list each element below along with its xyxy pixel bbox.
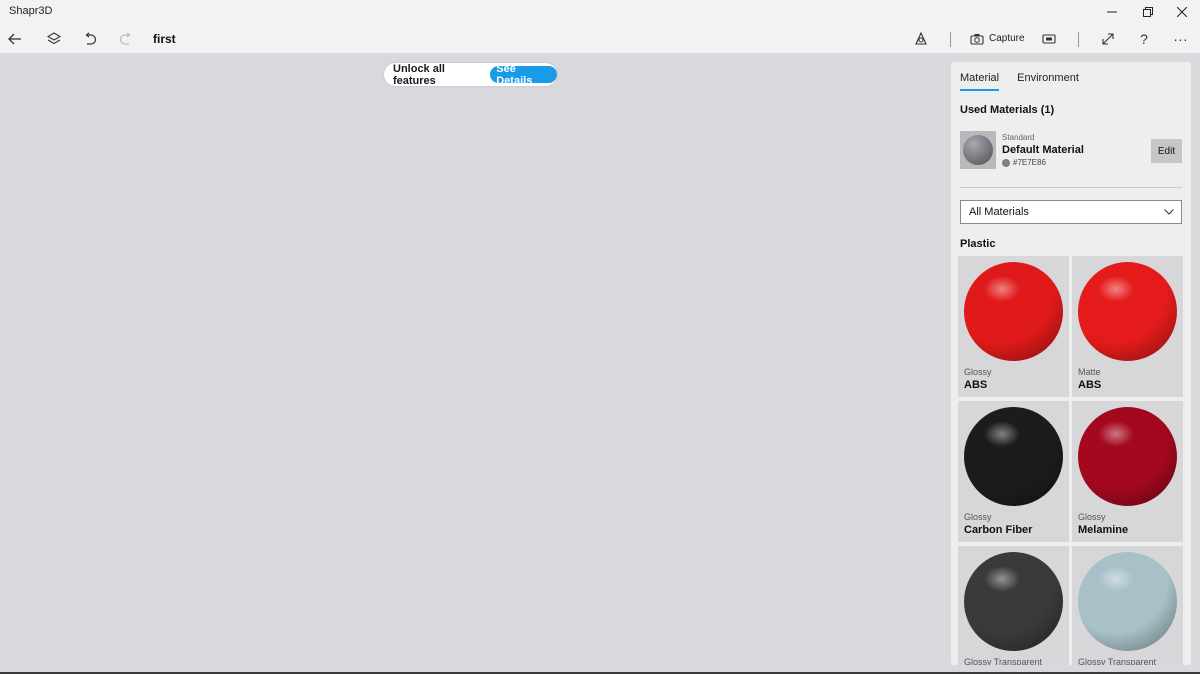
divider [960,187,1182,188]
material-tile[interactable]: Glossy ABS [958,256,1069,397]
material-category: Glossy Transparent [964,657,1043,665]
edit-material-button[interactable]: Edit [1151,139,1182,163]
material-tile[interactable]: Glossy Transparent [1072,546,1183,665]
help-button[interactable]: ? [1135,24,1153,53]
material-sphere [964,407,1063,506]
material-sphere [1078,552,1177,651]
material-name: ABS [1078,379,1102,391]
layers-icon [47,31,61,44]
used-materials-title: Used Materials (1) [960,104,1055,116]
camera-icon [970,33,984,45]
material-sphere [1078,262,1177,361]
color-swatch [1002,158,1010,167]
material-sphere [964,262,1063,361]
app-title: Shapr3D [9,5,53,17]
fullscreen-button[interactable] [1099,24,1117,53]
material-tile[interactable]: Glossy Transparent [958,546,1069,665]
panel-tabs: Material Environment [960,72,1079,91]
material-sphere [1078,407,1177,506]
redo-icon [119,31,131,45]
inspect-button[interactable] [911,24,931,53]
material-panel: Material Environment Used Materials (1) … [951,62,1191,665]
undo-icon [85,31,97,45]
viewport-canvas[interactable] [0,53,951,672]
material-name: Melamine [1078,524,1129,536]
redo-button[interactable] [116,24,136,53]
used-material-row[interactable]: Standard Default Material #7E7E86 Edit [960,131,1182,171]
close-button[interactable] [1164,0,1200,24]
used-material-category: Standard [1002,133,1035,142]
material-category: Glossy [964,512,992,522]
material-sphere [964,552,1063,651]
title-bar: Shapr3D [0,0,1200,24]
restore-icon [1143,7,1153,17]
capture-button[interactable]: Capture [970,24,1026,53]
chevron-down-icon [1164,209,1174,215]
dropdown-selected-value: All Materials [969,206,1029,218]
used-material-name: Default Material [1002,144,1084,156]
materials-filter-dropdown[interactable]: All Materials [960,200,1182,224]
layers-button[interactable] [44,24,64,53]
material-category: Glossy [964,367,992,377]
used-material-color: #7E7E86 [1002,158,1046,167]
back-button[interactable] [4,24,26,53]
toolbar-separator [950,32,951,47]
material-category: Glossy [1078,512,1106,522]
toolbar: first Capture ? ... [0,24,1200,53]
screen-record-icon [1042,33,1056,44]
restore-button[interactable] [1130,0,1166,24]
material-name: Carbon Fiber [964,524,1033,536]
document-title[interactable]: first [153,32,176,46]
unlock-text: Unlock all features [393,62,445,87]
toolbar-separator [1078,32,1079,47]
material-sphere [963,135,993,165]
capture-label: Capture [989,33,1025,44]
minimize-icon [1107,11,1117,13]
material-category: Glossy Transparent [1078,657,1157,665]
used-material-thumbnail [960,131,996,169]
more-icon: ... [1173,27,1189,44]
material-tile[interactable]: Glossy Carbon Fiber [958,401,1069,542]
see-details-button[interactable]: See Details [490,63,557,87]
help-icon: ? [1140,30,1148,47]
screen-record-button[interactable] [1040,24,1058,53]
tab-material[interactable]: Material [960,72,1000,91]
material-category: Matte [1078,367,1101,377]
inspect-icon [915,31,927,45]
more-button[interactable]: ... [1171,24,1191,53]
material-name: ABS [964,379,988,391]
expand-icon [1102,32,1114,45]
unlock-banner: Unlock all features See Details [384,62,557,87]
undo-button[interactable] [80,24,100,53]
minimize-button[interactable] [1094,0,1130,24]
material-tile[interactable]: Glossy Melamine [1072,401,1183,542]
tab-environment[interactable]: Environment [1017,72,1079,91]
back-arrow-icon [8,33,21,44]
material-tile[interactable]: Matte ABS [1072,256,1183,397]
used-material-hex: #7E7E86 [1013,158,1046,167]
close-icon [1177,7,1187,17]
material-group-title: Plastic [960,238,996,250]
